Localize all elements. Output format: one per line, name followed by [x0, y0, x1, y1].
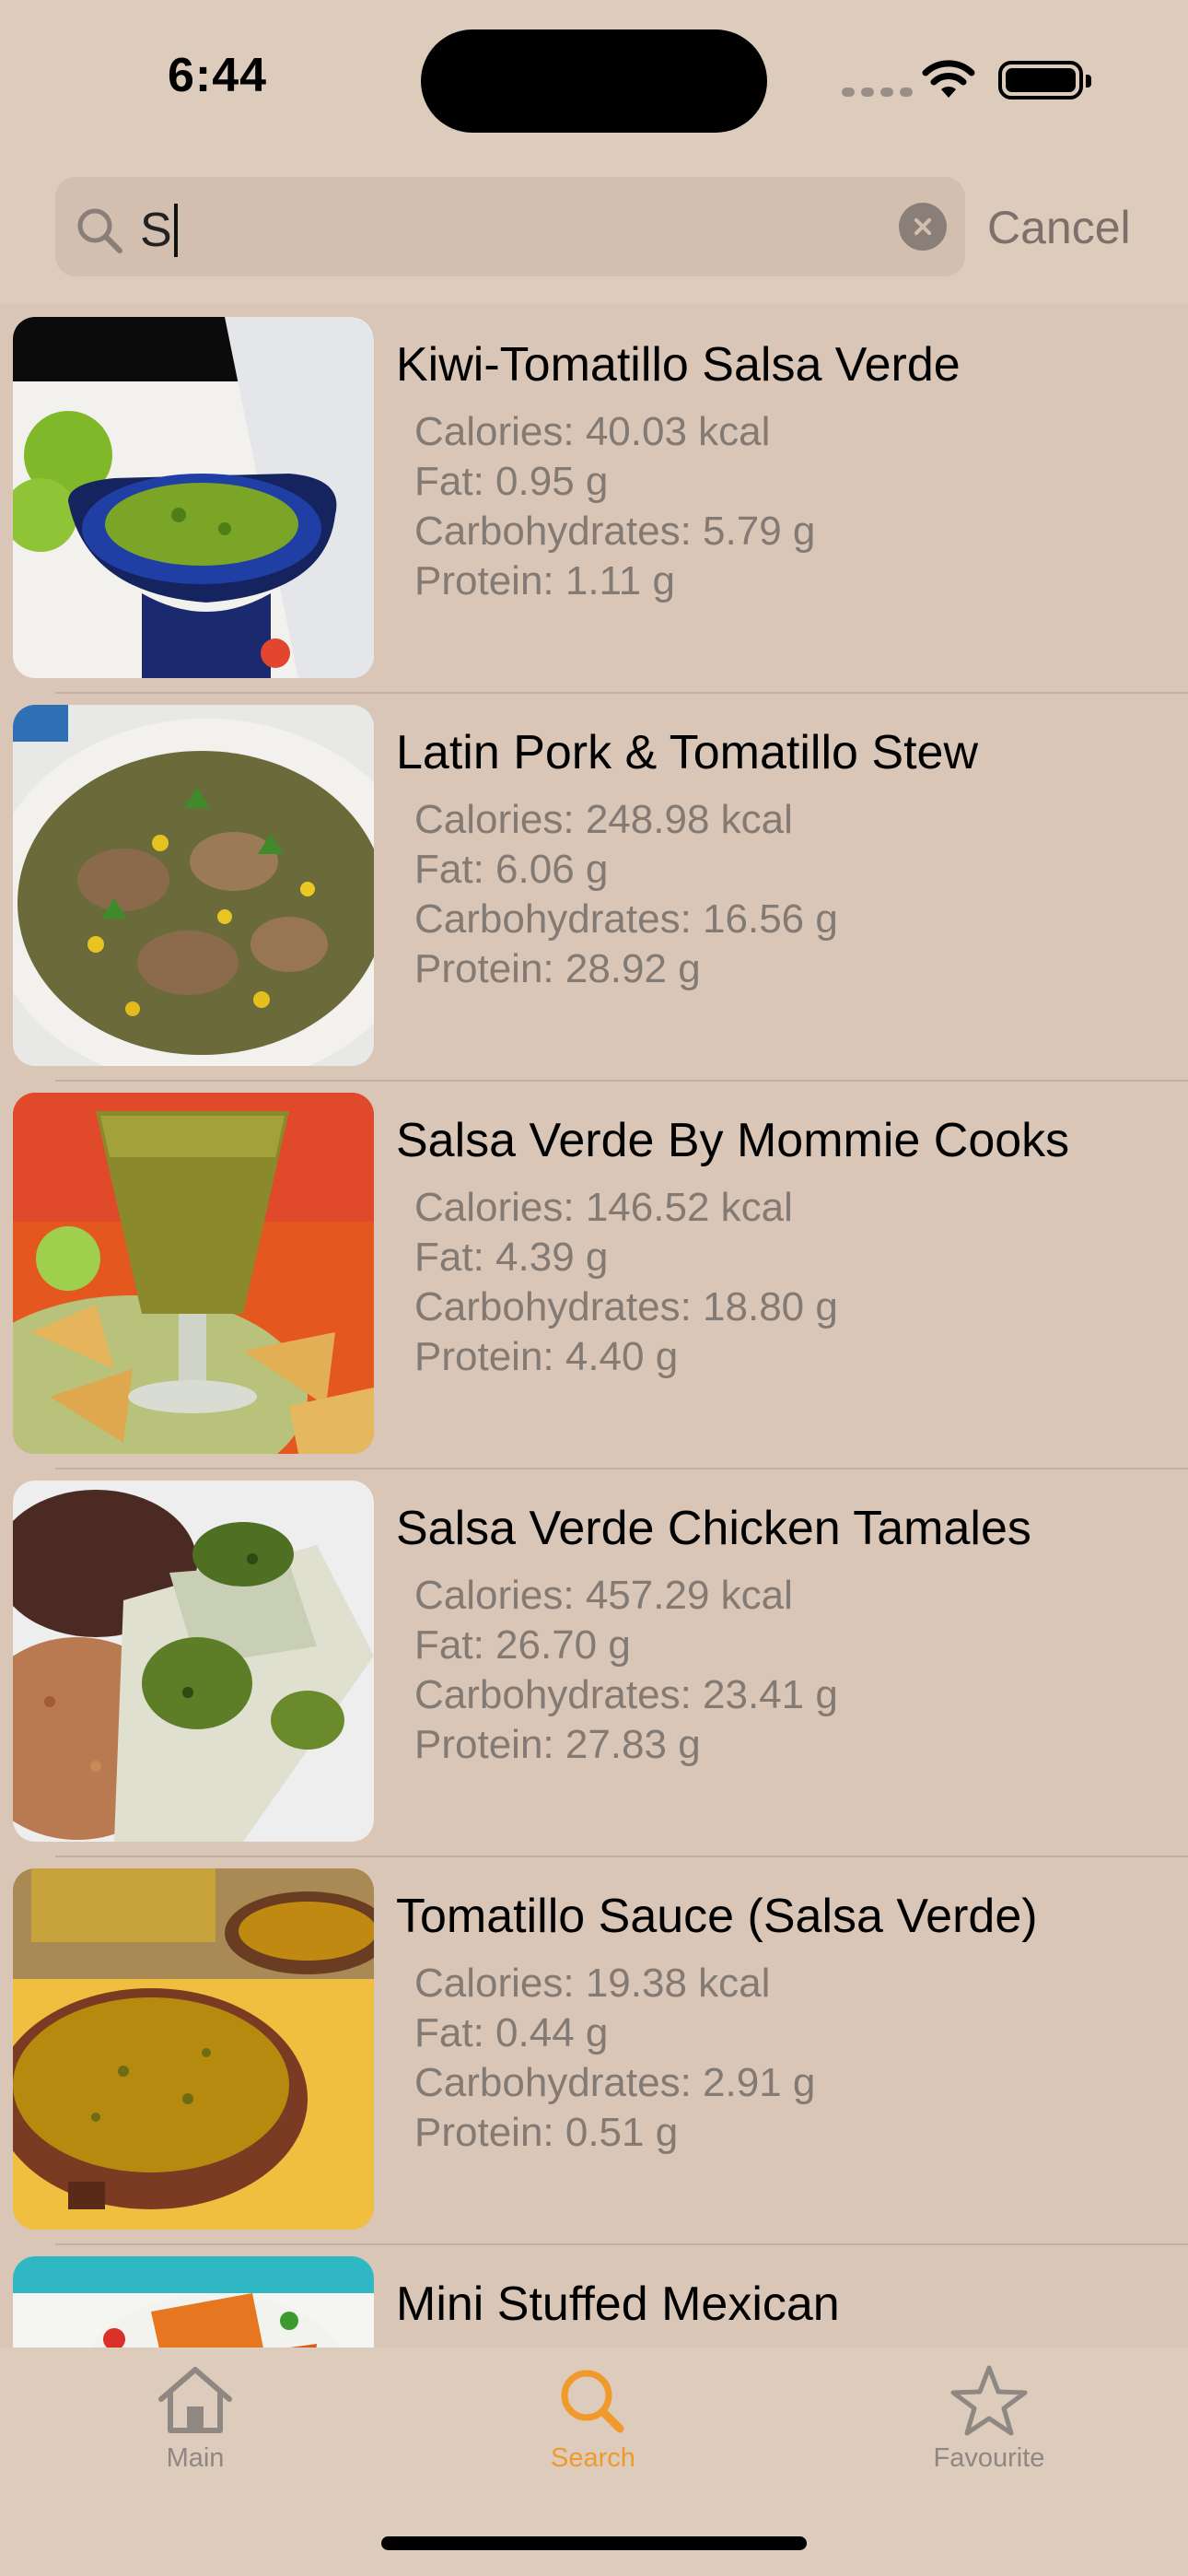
- cellular-signal-icon: [842, 85, 919, 101]
- clear-search-button[interactable]: [899, 203, 947, 251]
- list-item[interactable]: Mini Stuffed Mexican: [0, 2243, 1188, 2348]
- carbohydrates-text: Carbohydrates: 16.56 g: [414, 896, 838, 942]
- battery-icon: [998, 61, 1091, 100]
- cancel-button[interactable]: Cancel: [987, 201, 1131, 254]
- recipe-title: Latin Pork & Tomatillo Stew: [396, 726, 978, 779]
- fat-text: Fat: 0.95 g: [414, 459, 609, 504]
- list-item[interactable]: Kiwi-Tomatillo Salsa Verde Calories: 40.…: [0, 304, 1188, 692]
- search-bar: S Cancel: [0, 157, 1188, 304]
- wifi-icon: [922, 60, 975, 98]
- search-query: S: [140, 203, 178, 258]
- list-item[interactable]: Latin Pork & Tomatillo Stew Calories: 24…: [0, 692, 1188, 1080]
- recipe-image: [13, 317, 374, 678]
- protein-text: Protein: 4.40 g: [414, 1334, 679, 1379]
- tab-label: Main: [166, 2443, 225, 2473]
- protein-text: Protein: 1.11 g: [414, 558, 675, 603]
- list-item[interactable]: Tomatillo Sauce (Salsa Verde) Calories: …: [0, 1856, 1188, 2243]
- calories-text: Calories: 19.38 kcal: [414, 1961, 771, 2006]
- tab-search[interactable]: Search: [492, 2364, 694, 2474]
- calories-text: Calories: 457.29 kcal: [414, 1573, 793, 1618]
- fat-text: Fat: 0.44 g: [414, 2010, 609, 2055]
- text-caret: [173, 204, 178, 257]
- star-icon: [950, 2365, 1028, 2436]
- tab-main[interactable]: Main: [94, 2364, 297, 2474]
- home-indicator: [381, 2536, 807, 2550]
- fat-text: Fat: 26.70 g: [414, 1622, 631, 1668]
- list-item[interactable]: Salsa Verde Chicken Tamales Calories: 45…: [0, 1468, 1188, 1856]
- tab-favourite[interactable]: Favourite: [888, 2364, 1090, 2474]
- status-time: 6:44: [168, 49, 268, 102]
- recipe-image: [13, 2256, 374, 2348]
- carbohydrates-text: Carbohydrates: 2.91 g: [414, 2060, 816, 2105]
- recipe-image: [13, 1868, 374, 2230]
- carbohydrates-text: Carbohydrates: 23.41 g: [414, 1672, 838, 1717]
- recipe-title: Salsa Verde Chicken Tamales: [396, 1502, 1031, 1555]
- protein-text: Protein: 27.83 g: [414, 1722, 701, 1767]
- protein-text: Protein: 0.51 g: [414, 2110, 679, 2155]
- recipe-image: [13, 1481, 374, 1842]
- dynamic-island: [421, 29, 767, 133]
- house-icon: [158, 2367, 232, 2433]
- recipe-title: Mini Stuffed Mexican: [396, 2277, 840, 2331]
- calories-text: Calories: 40.03 kcal: [414, 409, 771, 454]
- search-icon: [77, 208, 122, 253]
- tab-label: Search: [551, 2443, 635, 2473]
- nutrition-info: Calories: 248.98 kcal Fat: 6.06 g Carboh…: [414, 795, 838, 994]
- search-query-text: S: [140, 204, 172, 257]
- nutrition-info: Calories: 457.29 kcal Fat: 26.70 g Carbo…: [414, 1571, 838, 1770]
- tab-label: Favourite: [933, 2443, 1045, 2473]
- nutrition-info: Calories: 146.52 kcal Fat: 4.39 g Carboh…: [414, 1183, 838, 1382]
- calories-text: Calories: 146.52 kcal: [414, 1185, 793, 1230]
- magnifying-glass-icon: [561, 2370, 624, 2433]
- calories-text: Calories: 248.98 kcal: [414, 797, 793, 842]
- status-bar: 6:44: [0, 0, 1188, 157]
- list-item[interactable]: Salsa Verde By Mommie Cooks Calories: 14…: [0, 1080, 1188, 1468]
- search-results-list[interactable]: Kiwi-Tomatillo Salsa Verde Calories: 40.…: [0, 304, 1188, 2348]
- recipe-image: [13, 1093, 374, 1454]
- recipe-image: [13, 705, 374, 1066]
- fat-text: Fat: 4.39 g: [414, 1235, 609, 1280]
- recipe-title: Salsa Verde By Mommie Cooks: [396, 1114, 1070, 1167]
- recipe-title: Kiwi-Tomatillo Salsa Verde: [396, 338, 961, 392]
- nutrition-info: Calories: 19.38 kcal Fat: 0.44 g Carbohy…: [414, 1959, 815, 2158]
- protein-text: Protein: 28.92 g: [414, 946, 701, 991]
- search-input[interactable]: S: [55, 177, 965, 276]
- carbohydrates-text: Carbohydrates: 5.79 g: [414, 509, 816, 554]
- recipe-title: Tomatillo Sauce (Salsa Verde): [396, 1890, 1038, 1943]
- carbohydrates-text: Carbohydrates: 18.80 g: [414, 1284, 838, 1329]
- nutrition-info: Calories: 40.03 kcal Fat: 0.95 g Carbohy…: [414, 407, 815, 606]
- fat-text: Fat: 6.06 g: [414, 847, 609, 892]
